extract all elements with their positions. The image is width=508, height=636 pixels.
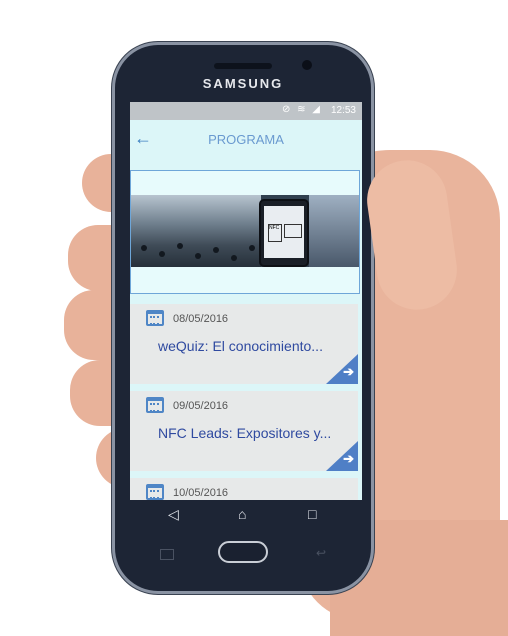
status-time: 12:53	[330, 105, 356, 116]
navigation-bar: ◁ ⌂ □	[130, 500, 362, 536]
hardware-home-button[interactable]	[218, 541, 268, 563]
event-date: 09/05/2016	[173, 400, 229, 412]
event-card[interactable]: 08/05/2016 weQuiz: El conocimiento... ➔	[130, 304, 358, 384]
page-title: PROGRAMA	[208, 132, 284, 147]
event-date: 10/05/2016	[173, 487, 229, 499]
device-photo: NFC	[259, 199, 309, 267]
banner-image: NFC	[131, 195, 359, 267]
phone-screen: ⊘ ≋ ◢ 12:53 ← PROGRAMA NFC 08/05/2016 we…	[130, 102, 362, 500]
calendar-icon	[146, 397, 164, 413]
hall-photo	[309, 195, 359, 267]
nfc-label: NFC	[268, 224, 282, 242]
nav-recents-icon[interactable]: □	[308, 506, 316, 522]
arrow-right-icon[interactable]: ➔	[343, 364, 354, 380]
nav-home-icon[interactable]: ⌂	[238, 506, 246, 522]
event-card[interactable]: 09/05/2016 NFC Leads: Expositores y... ➔	[130, 391, 358, 471]
event-card[interactable]: 10/05/2016	[130, 478, 358, 500]
brand-logo: SAMSUNG	[202, 76, 284, 91]
front-camera	[302, 60, 312, 70]
calendar-icon	[146, 484, 164, 500]
event-title: NFC Leads: Expositores y...	[158, 425, 332, 441]
earpiece	[214, 63, 272, 69]
app-bar: ← PROGRAMA	[130, 120, 362, 160]
crowd-photo	[131, 195, 261, 267]
event-title: weQuiz: El conocimiento...	[158, 338, 323, 354]
id-card-icon	[284, 224, 302, 238]
hardware-back-icon[interactable]: ↩	[316, 546, 326, 560]
nav-back-icon[interactable]: ◁	[168, 506, 179, 523]
arrow-right-icon[interactable]: ➔	[343, 451, 354, 467]
status-icons: ⊘ ≋ ◢	[281, 104, 322, 115]
hardware-recents-icon[interactable]	[160, 549, 174, 560]
banner[interactable]: NFC	[130, 170, 360, 294]
status-bar: ⊘ ≋ ◢ 12:53	[130, 102, 362, 120]
calendar-icon	[146, 310, 164, 326]
event-date: 08/05/2016	[173, 313, 229, 325]
